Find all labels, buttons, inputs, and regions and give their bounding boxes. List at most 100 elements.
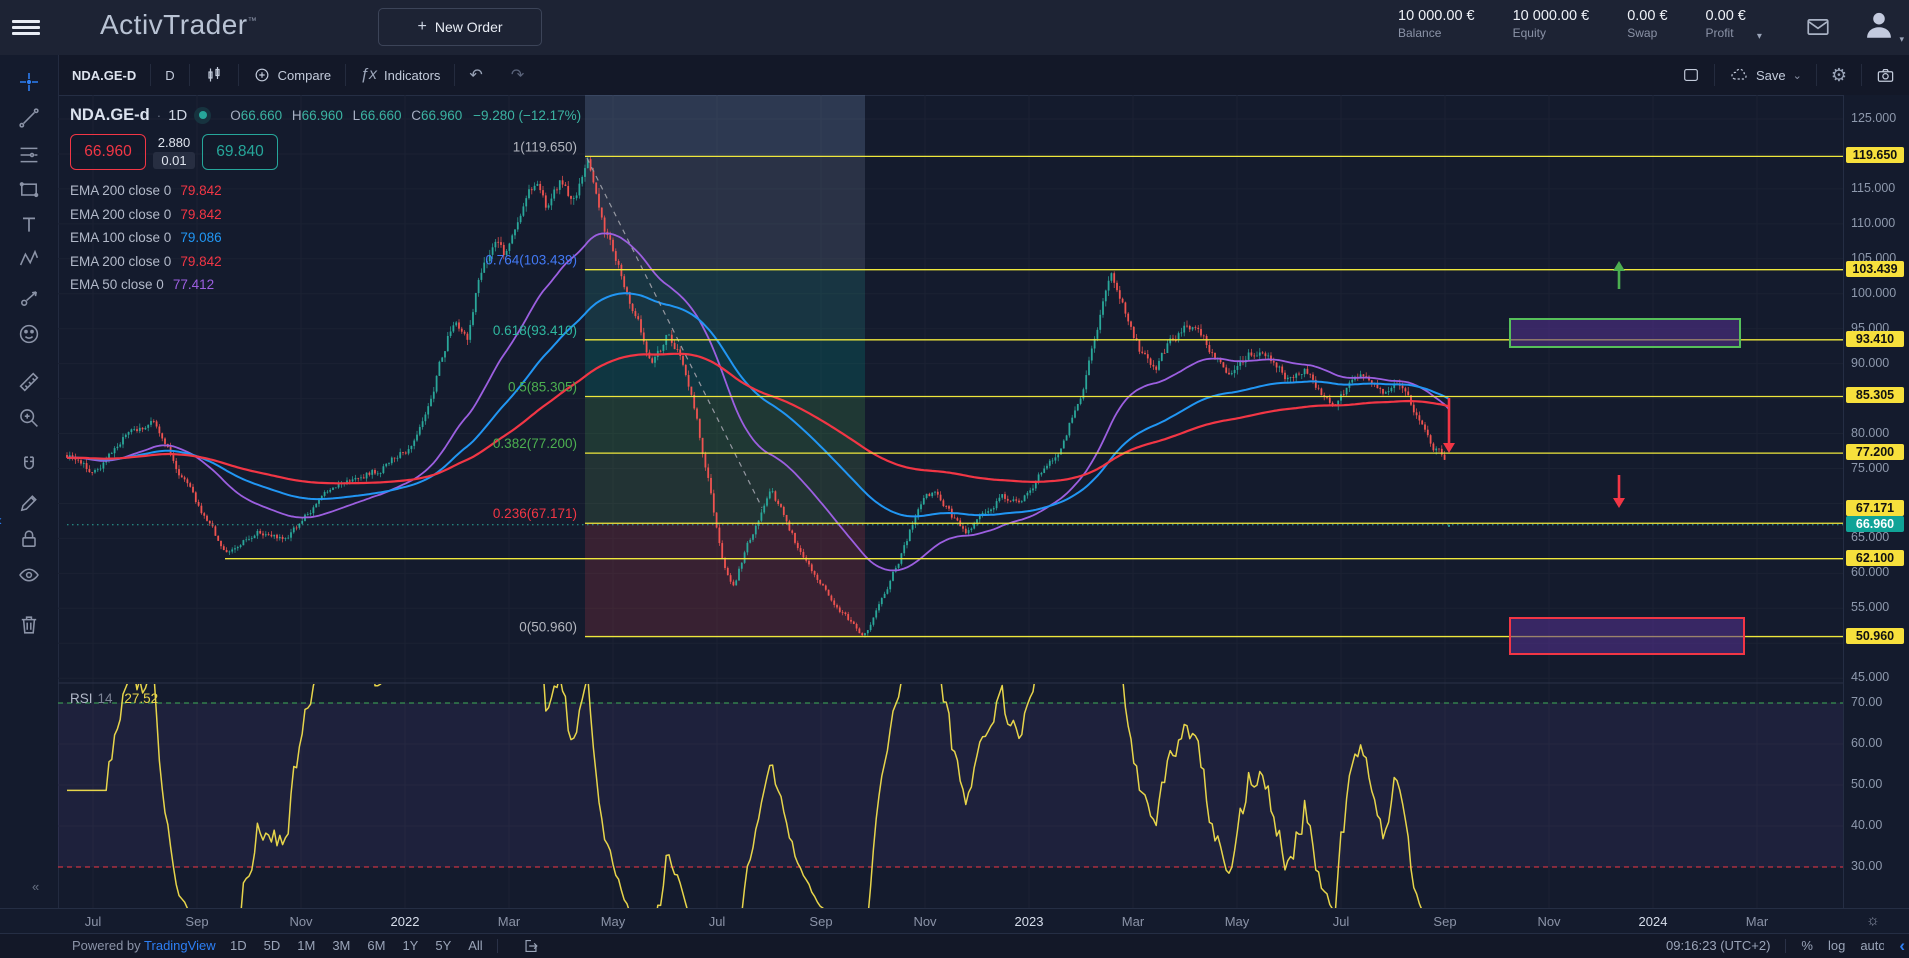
symbol-button[interactable]: NDA.GE-D	[58, 62, 150, 88]
interval-button[interactable]: D	[151, 62, 188, 88]
indicator-row[interactable]: EMA 200 close 079.842	[70, 250, 590, 274]
caret-down-icon[interactable]: ▾	[1757, 31, 1762, 42]
plus-icon: +	[417, 18, 426, 36]
pane-collapse-icon[interactable]: «	[32, 879, 37, 894]
zoom-in-tool-icon[interactable]	[15, 404, 43, 432]
range-buttons: 1D 5D 1M 3M 6M 1Y 5Y All	[230, 938, 483, 953]
market-status-icon[interactable]	[194, 107, 211, 124]
time-label: May	[583, 914, 643, 929]
avatar-icon[interactable]: ▾	[1862, 8, 1896, 45]
save-button[interactable]: Save ⌄	[1715, 62, 1816, 88]
forecast-tool-icon[interactable]	[15, 284, 43, 312]
indicator-row[interactable]: EMA 100 close 079.086	[70, 226, 590, 250]
swap-stat: 0.00 € Swap	[1627, 8, 1667, 40]
redo-icon[interactable]: ↷	[497, 62, 538, 88]
range-button-6m[interactable]: 6M	[367, 938, 385, 953]
price-line-label: 50.960	[1846, 628, 1904, 644]
price-axis[interactable]: 125.000115.000110.000105.000100.00095.00…	[1843, 95, 1909, 908]
range-button-3m[interactable]: 3M	[332, 938, 350, 953]
eye-tool-icon[interactable]	[15, 561, 43, 589]
rsi-legend[interactable]: RSI14 27.52	[70, 691, 158, 706]
time-label: Nov	[271, 914, 331, 929]
ruler-tool-icon[interactable]	[15, 368, 43, 396]
goto-date-icon[interactable]	[516, 936, 546, 958]
rsi-tick: 70.00	[1851, 695, 1882, 709]
pattern-tool-icon[interactable]	[15, 245, 43, 273]
session-sun-icon[interactable]: ☼	[1866, 912, 1880, 929]
change-value: −9.280 (−12.17%)	[473, 108, 581, 123]
undo-icon[interactable]: ↶	[455, 62, 496, 88]
menu-icon[interactable]	[12, 15, 40, 39]
time-label: Nov	[895, 914, 955, 929]
time-axis[interactable]: ☼ JulSepNov2022MarMayJulSepNov2023MarMay…	[0, 908, 1909, 934]
magnet-tool-icon[interactable]	[15, 451, 43, 479]
range-button-1m[interactable]: 1M	[297, 938, 315, 953]
lock-tool-icon[interactable]	[15, 525, 43, 553]
collapse-right-icon[interactable]: ‹	[1899, 939, 1905, 953]
equity-stat: 10 000.00 € Equity	[1513, 8, 1590, 40]
powered-by: Powered by TradingView	[72, 938, 216, 953]
scale-button-auto[interactable]: auto	[1860, 938, 1884, 953]
rectangle-tool-icon[interactable]	[15, 175, 43, 203]
draw-tool-icon[interactable]	[15, 489, 43, 517]
price-tick: 110.000	[1851, 216, 1895, 230]
legend-symbol[interactable]: NDA.GE-d	[70, 106, 150, 125]
price-line-label: 77.200	[1846, 444, 1904, 460]
chart-toolbar: NDA.GE-D D Compare ƒx Indicators ↶ ↷ Sav…	[58, 55, 1909, 96]
rsi-tick: 40.00	[1851, 818, 1882, 832]
spread-widget: 2.880 0.01	[146, 135, 202, 169]
scale-button-percent[interactable]: %	[1801, 938, 1813, 953]
indicators-button[interactable]: ƒx Indicators	[346, 62, 454, 88]
svg-text:0.236(67.171): 0.236(67.171)	[493, 506, 577, 521]
chart-area[interactable]: 1(119.650)0.764(103.439)0.618(93.410)0.5…	[58, 95, 1843, 908]
rsi-tick: 50.00	[1851, 777, 1882, 791]
tradingview-link[interactable]: TradingView	[144, 938, 216, 953]
svg-text:0.382(77.200): 0.382(77.200)	[493, 436, 577, 451]
settings-gear-icon[interactable]: ⚙	[1817, 62, 1861, 88]
app-logo: ActivTrader™	[100, 9, 257, 41]
legend-interval[interactable]: 1D	[168, 107, 187, 124]
candle-style-icon[interactable]	[190, 62, 238, 88]
scale-buttons: % logauto	[1801, 938, 1884, 953]
sidebar-collapse-icon[interactable]: ‹	[0, 512, 2, 529]
range-button-5y[interactable]: 5Y	[435, 938, 451, 953]
sell-button[interactable]: 66.960	[70, 134, 146, 170]
price-tick: 115.000	[1851, 181, 1895, 195]
text-tool-icon[interactable]	[15, 211, 43, 239]
fib-retracement-tool-icon[interactable]	[15, 141, 43, 169]
clock[interactable]: 09:16:23 (UTC+2)	[1666, 938, 1770, 953]
crosshair-tool-icon[interactable]	[15, 68, 43, 96]
range-button-all[interactable]: All	[468, 938, 482, 953]
scale-button-log[interactable]: log	[1828, 938, 1845, 953]
last-price-label: 66.960	[1846, 516, 1904, 532]
mail-icon[interactable]	[1805, 14, 1831, 43]
compare-icon	[253, 66, 271, 84]
range-button-1y[interactable]: 1Y	[402, 938, 418, 953]
trend-line-tool-icon[interactable]	[15, 104, 43, 132]
trash-tool-icon[interactable]	[15, 611, 43, 639]
chart-legend: NDA.GE-d · 1D O66.660 H66.960 L66.660 C6…	[70, 105, 590, 297]
screenshot-camera-icon[interactable]	[1862, 62, 1909, 88]
profit-stat[interactable]: 0.00 € Profit ▾	[1706, 8, 1746, 40]
indicator-row[interactable]: EMA 200 close 079.842	[70, 203, 590, 227]
time-label: Sep	[1415, 914, 1475, 929]
bottom-bar: Powered by TradingView 1D 5D 1M 3M 6M 1Y 5Y All…	[0, 933, 1909, 958]
range-button-5d[interactable]: 5D	[264, 938, 281, 953]
time-label: Nov	[1519, 914, 1579, 929]
new-order-button[interactable]: + New Order	[378, 8, 542, 46]
indicator-row[interactable]: EMA 50 close 077.412	[70, 273, 590, 297]
price-tick: 90.000	[1851, 356, 1889, 370]
emoji-tool-icon[interactable]	[15, 320, 43, 348]
price-tick: 65.000	[1851, 530, 1889, 544]
layout-icon[interactable]	[1668, 62, 1714, 88]
range-button-1d[interactable]: 1D	[230, 938, 247, 953]
indicator-row[interactable]: EMA 200 close 079.842	[70, 179, 590, 203]
time-label: 2023	[999, 914, 1059, 929]
chevron-down-icon: ⌄	[1793, 69, 1802, 82]
time-label: May	[1207, 914, 1267, 929]
time-label: Jul	[1311, 914, 1371, 929]
price-tick: 100.000	[1851, 286, 1896, 300]
price-tick: 125.000	[1851, 111, 1896, 125]
buy-button[interactable]: 69.840	[202, 134, 278, 170]
compare-button[interactable]: Compare	[239, 62, 345, 88]
